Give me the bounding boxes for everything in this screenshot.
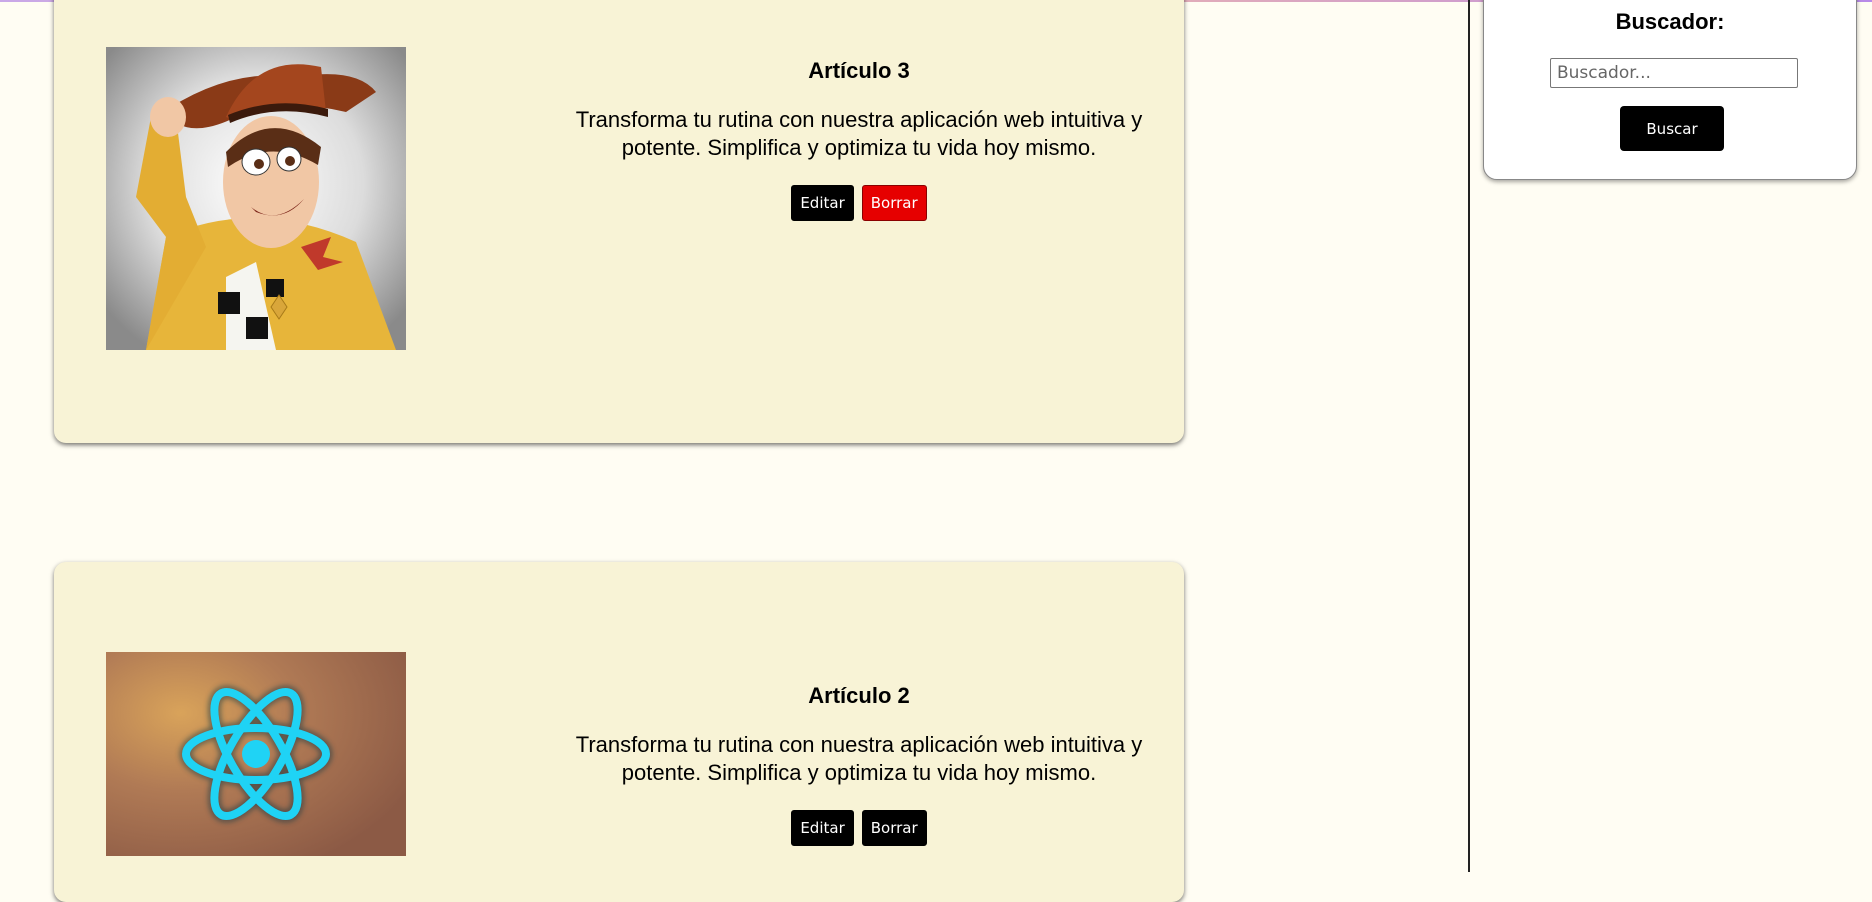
- delete-button[interactable]: Borrar: [861, 185, 927, 221]
- article-content: Artículo 2 Transforma tu rutina con nues…: [484, 683, 1234, 846]
- article-description: Transforma tu rutina con nuestra aplicac…: [575, 107, 1143, 160]
- delete-button[interactable]: Borrar: [861, 810, 927, 846]
- article-content: Artículo 3 Transforma tu rutina con nues…: [484, 58, 1234, 221]
- sidebar-divider: [1468, 0, 1470, 872]
- article-description: Transforma tu rutina con nuestra aplicac…: [575, 732, 1143, 785]
- article-actions: Editar Borrar: [484, 185, 1234, 221]
- edit-button[interactable]: Editar: [791, 810, 854, 846]
- article-image: [106, 47, 406, 350]
- article-title: Artículo 2: [808, 683, 910, 708]
- react-logo-icon: [106, 652, 406, 856]
- article-title: Artículo 3: [808, 58, 910, 83]
- article-image: [106, 652, 406, 856]
- search-button[interactable]: Buscar: [1620, 106, 1724, 151]
- search-input[interactable]: [1550, 58, 1798, 88]
- article-actions: Editar Borrar: [484, 810, 1234, 846]
- cowboy-toy-image: [106, 47, 406, 350]
- edit-button[interactable]: Editar: [791, 185, 854, 221]
- search-title: Buscador:: [1615, 9, 1725, 34]
- article-card: Artículo 2 Transforma tu rutina con nues…: [54, 562, 1184, 902]
- articles-column: Artículo 3 Transforma tu rutina con nues…: [0, 0, 1468, 902]
- search-panel: Buscador: Buscar: [1483, 0, 1857, 180]
- article-card: Artículo 3 Transforma tu rutina con nues…: [54, 0, 1184, 443]
